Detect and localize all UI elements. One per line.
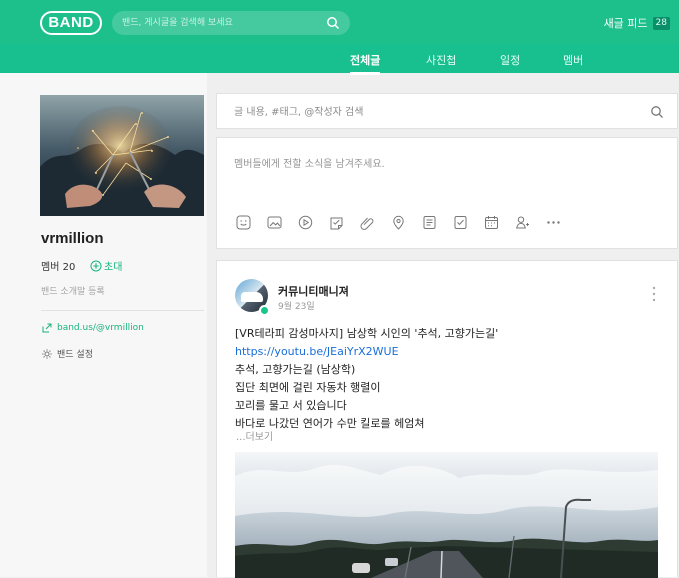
read-more-link[interactable]: ...더보기 [236, 428, 273, 443]
sidebar-divider [41, 310, 204, 311]
new-feed-count-badge: 28 [652, 16, 670, 30]
post-text-line: 집단 최면에 걸린 자동차 행렬이 [235, 381, 381, 394]
video-icon[interactable] [297, 214, 314, 231]
band-url-link[interactable]: band.us/@vrmillion [41, 322, 144, 334]
band-settings-label: 밴드 설정 [57, 350, 93, 360]
attachment-icon[interactable] [359, 214, 376, 231]
post-search-box[interactable] [216, 93, 678, 129]
schedule-icon[interactable] [483, 214, 500, 231]
more-icon[interactable] [545, 214, 562, 231]
tab-schedule[interactable]: 일정 [500, 52, 520, 68]
vertical-dots-icon[interactable] [652, 286, 656, 302]
tab-photos[interactable]: 사진첩 [426, 52, 456, 68]
post-text-line: 꼬리를 물고 서 있습니다 [235, 399, 347, 412]
invite-label: 초대 [104, 262, 123, 273]
mention-icon[interactable] [514, 214, 531, 231]
app-header: BAND 새글 피드 28 전체글 사진첩 일정 멤버 [0, 0, 679, 75]
compose-toolbar [235, 214, 562, 231]
post-card: 커뮤니티매니져 9월 23일 [VR테라피 감성마사지] 남상학 시인의 '추석… [216, 260, 678, 578]
post-search-input[interactable] [234, 103, 634, 121]
band-logo[interactable]: BAND [40, 11, 102, 35]
invite-button[interactable]: 초대 [90, 258, 122, 273]
band-cover-image[interactable] [40, 95, 204, 216]
gear-icon [42, 348, 52, 359]
band-url-label: band.us/@vrmillion [57, 323, 144, 333]
band-tabs: 전체글 사진첩 일정 멤버 [0, 44, 679, 75]
top-bar: BAND 새글 피드 28 [0, 0, 679, 44]
online-status-icon [259, 305, 270, 316]
post-author[interactable]: 커뮤니티매니져 [278, 283, 349, 299]
band-settings-button[interactable]: 밴드 설정 [41, 347, 93, 360]
member-count[interactable]: 멤버 20 [41, 258, 75, 273]
tab-members[interactable]: 멤버 [563, 52, 583, 68]
global-search-input[interactable] [122, 13, 322, 33]
new-feed-button[interactable]: 새글 피드 28 [604, 15, 670, 31]
todo-icon[interactable] [452, 214, 469, 231]
new-feed-label: 새글 피드 [603, 17, 648, 30]
tab-all-posts[interactable]: 전체글 [350, 52, 381, 75]
sticker-icon[interactable] [328, 214, 345, 231]
youtube-link[interactable]: https://youtu.be/JEaiYrX2WUE [235, 343, 655, 361]
post-body: [VR테라피 감성마사지] 남상학 시인의 '추석, 고향가는길' https:… [235, 325, 655, 433]
post-compose-box[interactable]: 멤버들에게 전할 소식을 남겨주세요. [216, 137, 678, 249]
search-icon[interactable] [650, 105, 664, 119]
search-icon[interactable] [326, 16, 340, 30]
band-intro-link[interactable]: 밴드 소개말 등록 [41, 284, 105, 297]
cloudy-highway-illustration [235, 452, 658, 578]
share-link-icon [42, 323, 52, 333]
post-date: 9월 23일 [278, 302, 315, 312]
global-search[interactable] [112, 11, 350, 35]
band-name[interactable]: vrmillion [41, 230, 104, 247]
location-icon[interactable] [390, 214, 407, 231]
sparkler-cover-illustration [40, 95, 204, 216]
post-title-line: [VR테라피 감성마사지] 남상학 시인의 '추석, 고향가는길' [235, 327, 499, 340]
vote-icon[interactable] [421, 214, 438, 231]
post-text-line: 바다로 나갔던 연어가 수만 킬로를 헤엄쳐 [235, 417, 425, 430]
avatar-car-shape [241, 292, 263, 302]
emoji-icon[interactable] [235, 214, 252, 231]
post-highway-image[interactable] [235, 452, 658, 578]
compose-prompt[interactable]: 멤버들에게 전할 소식을 남겨주세요. [234, 155, 385, 170]
post-text-line: 추석, 고향가는길 (남상학) [235, 363, 356, 376]
photo-icon[interactable] [266, 214, 283, 231]
plus-circle-icon [90, 260, 102, 271]
